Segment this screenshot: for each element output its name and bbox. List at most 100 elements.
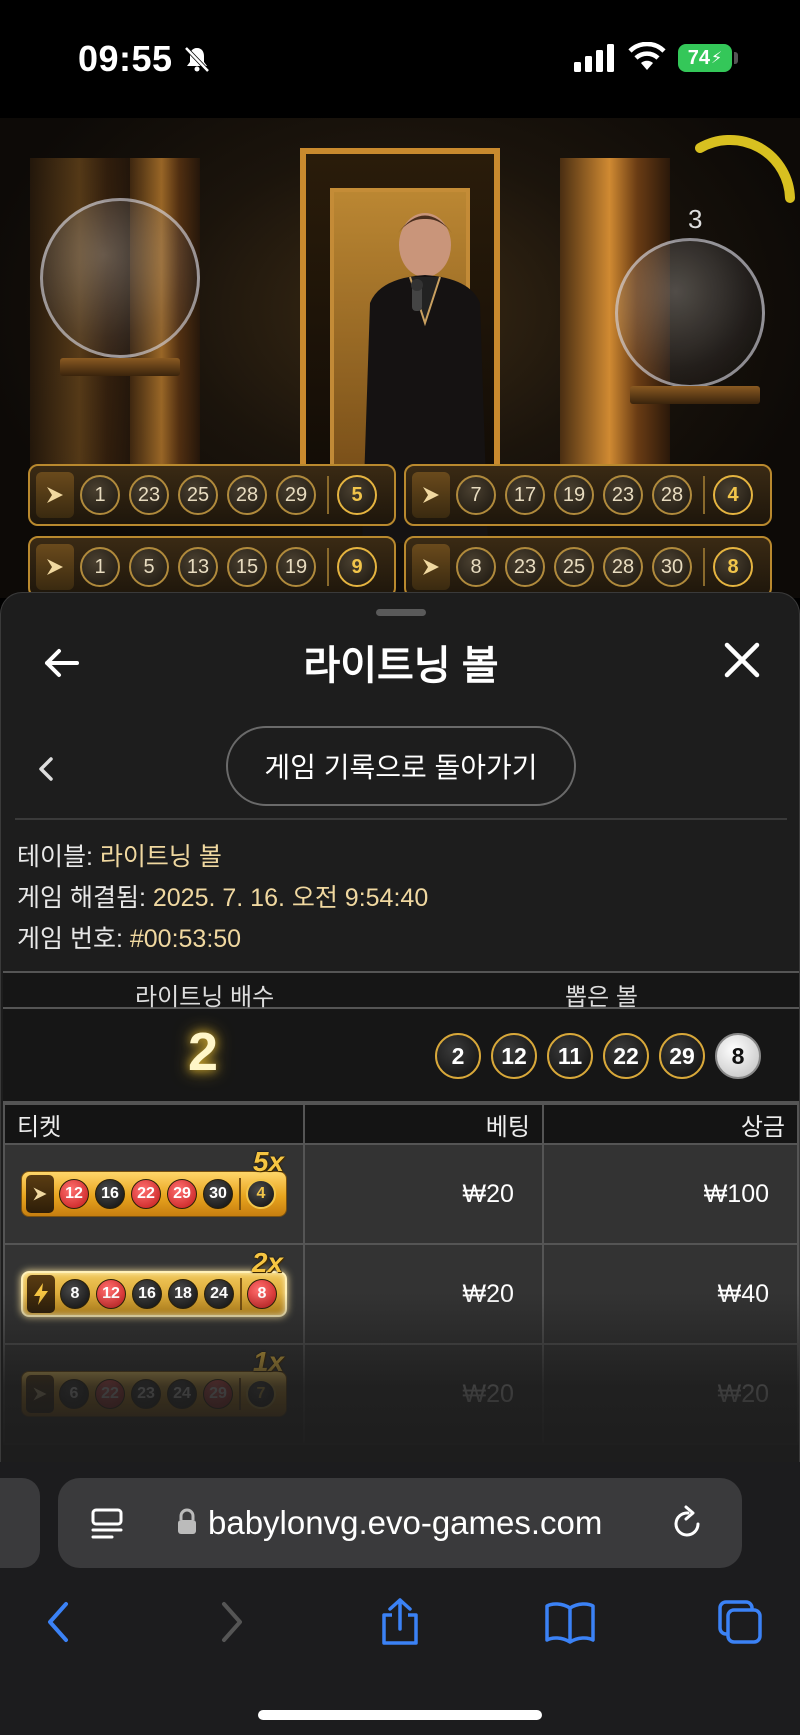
bets-table-header: 티켓 베팅 상금 [3, 1103, 799, 1145]
reader-mode-icon[interactable] [90, 1506, 124, 1540]
chevron-right-icon [222, 1602, 242, 1642]
url-text: babylonvg.evo-games.com [208, 1504, 603, 1541]
lightning-multiplier-value: 2 [188, 1022, 219, 1082]
result-ball: 1 [80, 475, 120, 515]
info-value: 2025. 7. 16. 오전 9:54:40 [152, 884, 429, 912]
tabs-button[interactable] [712, 1594, 768, 1650]
browser-back-button[interactable] [30, 1594, 86, 1650]
wifi-icon [628, 42, 666, 70]
info-label: 게임 번호: [17, 925, 123, 953]
back-to-history-button[interactable]: 게임 기록으로 돌아가기 [226, 726, 576, 806]
bell-muted-icon [184, 46, 210, 73]
result-strip: 1 5 13 15 19 9 [28, 536, 396, 598]
result-ball: 28 [603, 547, 643, 587]
drawn-balls: 2 12 11 22 29 8 [435, 1033, 771, 1079]
info-value: #00:53:50 [129, 925, 242, 953]
play-arrow-icon [36, 544, 74, 590]
ticket-ball: 23 [131, 1379, 161, 1409]
panel-title: 라이트닝 볼 [303, 644, 499, 688]
drawn-ball: 29 [659, 1033, 705, 1079]
previous-tab-peek[interactable] [0, 1478, 40, 1568]
chevron-left-icon[interactable] [33, 751, 61, 787]
result-ball: 1 [80, 547, 120, 587]
bet-amount: ₩20 [302, 1243, 544, 1345]
strip-divider [703, 548, 705, 586]
ticket-ball: 6 [59, 1379, 89, 1409]
ticket-bonus-ball: 7 [246, 1379, 276, 1409]
bet-amount: ₩20 [302, 1143, 544, 1245]
share-icon [382, 1598, 418, 1645]
sheet-grabber[interactable] [376, 609, 426, 616]
ticket-cell: 6 22 23 24 29 7 1x [3, 1343, 305, 1445]
ticket-ball: 24 [167, 1379, 197, 1409]
ticket-ball: 16 [132, 1279, 162, 1309]
ticket-bonus-ball: 4 [246, 1179, 276, 1209]
table-row: 8 12 16 18 24 8 2x ₩20 ₩40 [3, 1243, 799, 1345]
address-bar[interactable]: babylonvg.evo-games.com [58, 1478, 742, 1568]
ticket-multiplier: 2x [251, 1247, 283, 1278]
chevron-left-icon [48, 1602, 68, 1642]
cellular-signal-icon [574, 44, 614, 72]
info-game-number-row: 게임 번호: #00:53:50 [17, 919, 241, 955]
play-arrow-icon [26, 1375, 54, 1413]
result-bonus-ball: 5 [337, 475, 377, 515]
play-arrow-icon [36, 472, 74, 518]
battery-indicator: 74 ⚡ [678, 44, 732, 72]
info-table-row: 테이블: 라이트닝 볼 [17, 837, 222, 873]
result-ball: 19 [554, 475, 594, 515]
share-button[interactable] [372, 1594, 428, 1650]
result-ball: 25 [554, 547, 594, 587]
bookmarks-button[interactable] [542, 1594, 598, 1650]
info-label: 게임 해결됨: [17, 884, 146, 912]
ticket-ball: 16 [95, 1179, 125, 1209]
prize-amount: ₩20 [541, 1343, 799, 1445]
drawn-ball: 2 [435, 1033, 481, 1079]
result-strip: 1 23 25 28 29 5 [28, 464, 396, 526]
ticket-ball: 29 [167, 1179, 197, 1209]
drawn-balls-header: 뽑은 볼 [565, 984, 638, 1011]
machine-stand [630, 386, 760, 404]
ticket-column-header: 티켓 [3, 1103, 305, 1145]
home-indicator[interactable] [258, 1710, 542, 1720]
book-icon [545, 1602, 595, 1644]
play-arrow-icon [412, 472, 450, 518]
countdown-timer-ring [695, 134, 795, 203]
ticket-ball: 30 [203, 1179, 233, 1209]
live-video-stream: 3 1 23 25 28 29 5 7 17 19 23 28 4 1 5 13… [0, 118, 800, 598]
ticket-ball: 12 [96, 1279, 126, 1309]
battery-tip [734, 52, 738, 64]
multiplier-header: 라이트닝 배수 [135, 984, 275, 1011]
summary-body: 2 2 12 11 22 29 8 [3, 1009, 799, 1103]
reload-icon[interactable] [670, 1504, 706, 1542]
ball-drawing-machine [40, 198, 200, 358]
countdown-timer-value: 3 [688, 204, 703, 234]
info-resolved-row: 게임 해결됨: 2025. 7. 16. 오전 9:54:40 [17, 878, 428, 914]
info-label: 테이블: [17, 843, 93, 871]
result-ball: 8 [456, 547, 496, 587]
result-ball: 17 [505, 475, 545, 515]
ticket-ball: 22 [131, 1179, 161, 1209]
ticket-ball: 22 [95, 1379, 125, 1409]
drawn-ball: 11 [547, 1033, 593, 1079]
bet-column-header: 베팅 [302, 1103, 544, 1145]
result-ball: 23 [129, 475, 169, 515]
prize-amount: ₩100 [541, 1143, 799, 1245]
browser-forward-button[interactable] [204, 1594, 260, 1650]
ticket-ball: 12 [59, 1179, 89, 1209]
close-icon[interactable] [721, 639, 763, 681]
bets-table: 티켓 베팅 상금 12 16 22 29 30 4 5x ₩20 ₩100 8 … [3, 1103, 799, 1445]
status-time: 09:55 [78, 38, 173, 79]
strip-divider [703, 476, 705, 514]
ticket-ball: 24 [204, 1279, 234, 1309]
result-ball: 5 [129, 547, 169, 587]
result-ball: 28 [227, 475, 267, 515]
prize-amount: ₩40 [541, 1243, 799, 1345]
result-bonus-ball: 8 [713, 547, 753, 587]
result-bonus-ball: 4 [713, 475, 753, 515]
ticket-bonus-ball: 8 [247, 1279, 277, 1309]
result-ball: 28 [652, 475, 692, 515]
result-strip: 7 17 19 23 28 4 [404, 464, 772, 526]
result-ball: 15 [227, 547, 267, 587]
status-bar: 09:55 74 ⚡ [0, 0, 800, 118]
table-row: 6 22 23 24 29 7 1x ₩20 ₩20 [3, 1343, 799, 1445]
